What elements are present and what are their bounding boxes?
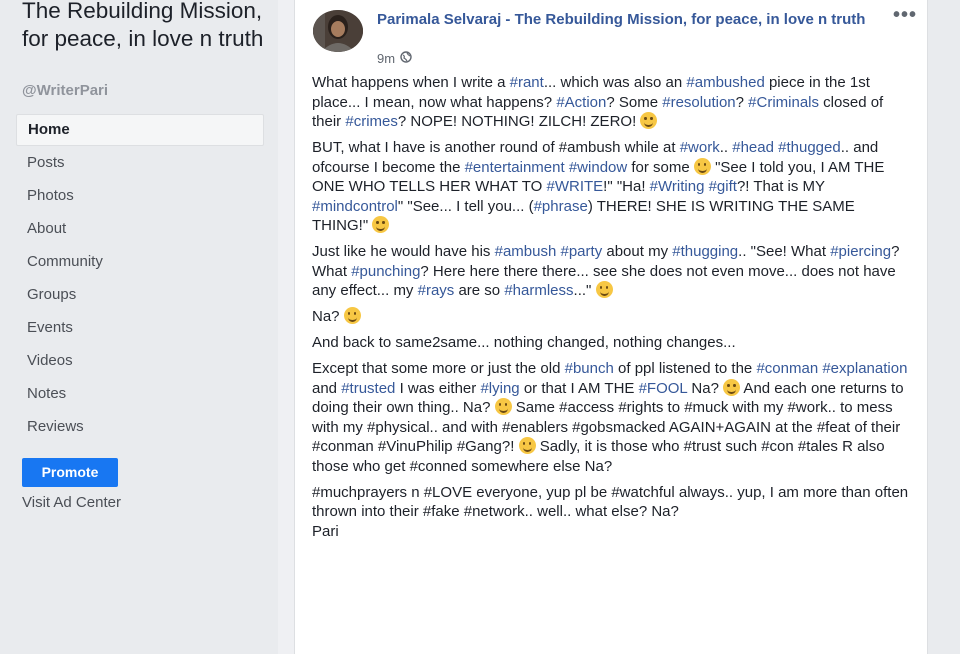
- smile-emoji-icon: [595, 281, 613, 298]
- hashtag-link[interactable]: #FOOL: [639, 380, 688, 397]
- author-avatar[interactable]: [313, 10, 363, 52]
- page-name: The Rebuilding Mission, for peace, in lo…: [22, 0, 264, 51]
- hashtag-link[interactable]: #thugged: [778, 139, 841, 156]
- nav-item-reviews[interactable]: Reviews: [16, 410, 264, 443]
- post-meta: 9m: [377, 51, 412, 66]
- post-body: What happens when I write a #rant... whi…: [312, 73, 912, 548]
- post-paragraph: What happens when I write a #rant... whi…: [312, 73, 912, 132]
- post-paragraph: #muchprayers n #LOVE everyone, yup pl be…: [312, 483, 912, 542]
- hashtag-link[interactable]: #ambushed: [686, 74, 764, 91]
- hashtag-link[interactable]: #ambush: [495, 243, 557, 260]
- page-handle[interactable]: @WriterPari: [22, 82, 108, 99]
- left-column: The Rebuilding Mission, for peace, in lo…: [0, 0, 278, 654]
- hashtag-link[interactable]: #Criminals: [748, 94, 819, 111]
- nav-item-home[interactable]: Home: [16, 114, 264, 146]
- post-text: and: [312, 379, 342, 397]
- hashtag-link[interactable]: #punching: [351, 263, 420, 280]
- promote-button[interactable]: Promote: [22, 458, 118, 487]
- post-paragraph: Na?: [312, 307, 912, 327]
- hashtag-link[interactable]: #rays: [418, 282, 455, 299]
- post-text: Pari: [312, 522, 339, 540]
- hashtag-link[interactable]: #mindcontrol: [312, 198, 398, 215]
- column-gutter: [278, 0, 294, 654]
- hashtag-link[interactable]: #entertainment: [465, 159, 565, 176]
- post-author[interactable]: Parimala Selvaraj - The Rebuilding Missi…: [377, 10, 887, 30]
- hashtag-link[interactable]: #crimes: [345, 113, 398, 130]
- post-paragraph: And back to same2same... nothing changed…: [312, 333, 912, 353]
- post-text: ... which was also an: [543, 74, 687, 91]
- hashtag-link[interactable]: #conman: [756, 360, 818, 377]
- post-text: Na?: [312, 308, 344, 325]
- post-paragraph: Just like he would have his #ambush #par…: [312, 242, 912, 301]
- smile-emoji-icon: [723, 378, 741, 396]
- page-nav: Home Posts Photos About Community Groups…: [16, 114, 264, 443]
- hashtag-link[interactable]: #trusted: [341, 380, 395, 397]
- hashtag-link[interactable]: #Action: [556, 94, 606, 111]
- hashtag-link[interactable]: #Writing: [650, 178, 705, 195]
- hashtag-link[interactable]: #WRITE: [547, 178, 604, 195]
- hashtag-link[interactable]: #resolution: [662, 94, 735, 111]
- post-text: ? Some: [606, 93, 663, 111]
- hashtag-link[interactable]: #work: [680, 139, 720, 156]
- hashtag-link[interactable]: #lying: [480, 380, 519, 397]
- smile-emoji-icon: [494, 398, 512, 415]
- hashtag-link[interactable]: #harmless: [504, 282, 573, 299]
- hashtag-link[interactable]: #phrase: [534, 198, 588, 215]
- post-text: " "See... I tell you... (: [397, 197, 534, 215]
- post-card: Parimala Selvaraj - The Rebuilding Missi…: [294, 0, 928, 654]
- post-text: BUT, what I have is another round of #am…: [312, 139, 680, 156]
- post-text: ?! That is MY: [736, 178, 825, 195]
- smile-emoji-icon: [372, 216, 390, 233]
- post-text: I was either: [395, 379, 481, 397]
- post-text: ..: [719, 139, 733, 156]
- nav-item-about[interactable]: About: [16, 212, 264, 245]
- hashtag-link[interactable]: #rant: [510, 74, 544, 91]
- visit-ad-center-link[interactable]: Visit Ad Center: [22, 494, 121, 511]
- hashtag-link[interactable]: #explanation: [822, 360, 907, 377]
- post-text: ...": [573, 282, 596, 299]
- post-text: Just like he would have his: [312, 243, 495, 260]
- post-text: And back to same2same... nothing changed…: [312, 334, 736, 351]
- nav-item-notes[interactable]: Notes: [16, 377, 264, 410]
- nav-item-photos[interactable]: Photos: [16, 179, 264, 212]
- nav-item-events[interactable]: Events: [16, 311, 264, 344]
- post-text: Na?: [687, 379, 724, 397]
- post-paragraph: Except that some more or just the old #b…: [312, 359, 912, 476]
- ellipsis-icon[interactable]: •••: [893, 4, 917, 27]
- post-text: #muchprayers n #LOVE everyone, yup pl be…: [312, 483, 909, 521]
- post-paragraph: BUT, what I have is another round of #am…: [312, 138, 912, 236]
- smile-emoji-icon: [640, 112, 658, 129]
- post-text: !" "Ha!: [603, 178, 650, 195]
- hashtag-link[interactable]: #head: [732, 139, 774, 156]
- smile-emoji-icon: [343, 307, 361, 324]
- hashtag-link[interactable]: #gift: [709, 178, 737, 195]
- right-margin: [928, 0, 960, 654]
- globe-icon: [400, 51, 412, 66]
- hashtag-link[interactable]: #window: [569, 159, 627, 176]
- post-text: ? NOPE! NOTHING! ZILCH! ZERO!: [397, 113, 641, 130]
- hashtag-link[interactable]: #thugging: [672, 243, 738, 260]
- hashtag-link[interactable]: #piercing: [830, 243, 891, 260]
- post-text: about my: [602, 243, 673, 260]
- hashtag-link[interactable]: #party: [561, 243, 603, 260]
- nav-item-groups[interactable]: Groups: [16, 278, 264, 311]
- post-text: for some: [627, 158, 694, 176]
- nav-item-posts[interactable]: Posts: [16, 146, 264, 179]
- post-text: or that I AM THE: [519, 379, 639, 397]
- nav-item-community[interactable]: Community: [16, 245, 264, 278]
- smile-emoji-icon: [693, 157, 711, 175]
- post-timestamp[interactable]: 9m: [377, 51, 395, 66]
- post-text: of ppl listened to the: [613, 360, 757, 377]
- post-text: are so: [454, 282, 505, 299]
- post-text: ?: [735, 93, 749, 111]
- post-text: Except that some more or just the old: [312, 360, 565, 377]
- hashtag-link[interactable]: #bunch: [565, 360, 614, 377]
- smile-emoji-icon: [518, 437, 536, 454]
- nav-item-videos[interactable]: Videos: [16, 344, 264, 377]
- post-text: .. "See! What: [738, 243, 831, 260]
- post-text: What happens when I write a: [312, 74, 510, 91]
